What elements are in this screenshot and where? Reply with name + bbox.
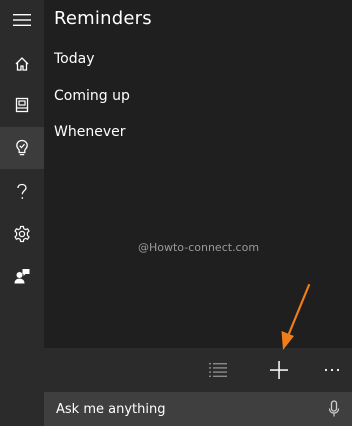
home-icon (15, 57, 29, 71)
reminders-button[interactable] (0, 127, 44, 169)
more-icon (324, 368, 340, 372)
microphone-button[interactable] (316, 392, 352, 426)
command-bar (44, 348, 352, 392)
nav-item-today[interactable]: Today (54, 51, 95, 67)
cortana-window: Reminders Today Coming up Whenever @Howt… (0, 0, 352, 426)
feedback-button[interactable] (0, 256, 44, 296)
add-icon (270, 361, 288, 379)
notebook-icon (15, 97, 29, 113)
search-input[interactable] (44, 392, 316, 426)
watermark-text: @Howto-connect.com (138, 241, 260, 254)
feedback-icon (14, 269, 30, 284)
notebook-button[interactable] (0, 85, 44, 125)
list-view-button[interactable] (198, 348, 238, 392)
nav-item-coming-up[interactable]: Coming up (54, 88, 130, 104)
help-button[interactable] (0, 172, 44, 212)
home-button[interactable] (0, 44, 44, 84)
nav-item-whenever[interactable]: Whenever (54, 124, 125, 140)
page-title: Reminders (54, 8, 152, 29)
hamburger-menu-button[interactable] (0, 0, 44, 40)
list-view-icon (209, 363, 227, 377)
add-reminder-button[interactable] (259, 348, 299, 392)
more-options-button[interactable] (312, 348, 352, 392)
hamburger-menu-icon (13, 14, 31, 26)
lightbulb-icon (16, 139, 28, 156)
reminders-panel: Reminders Today Coming up Whenever @Howt… (44, 0, 352, 348)
settings-button[interactable] (0, 214, 44, 254)
help-icon (17, 183, 27, 199)
left-rail (0, 0, 44, 426)
microphone-icon (328, 400, 340, 417)
gear-icon (14, 225, 30, 243)
search-box (44, 392, 352, 426)
